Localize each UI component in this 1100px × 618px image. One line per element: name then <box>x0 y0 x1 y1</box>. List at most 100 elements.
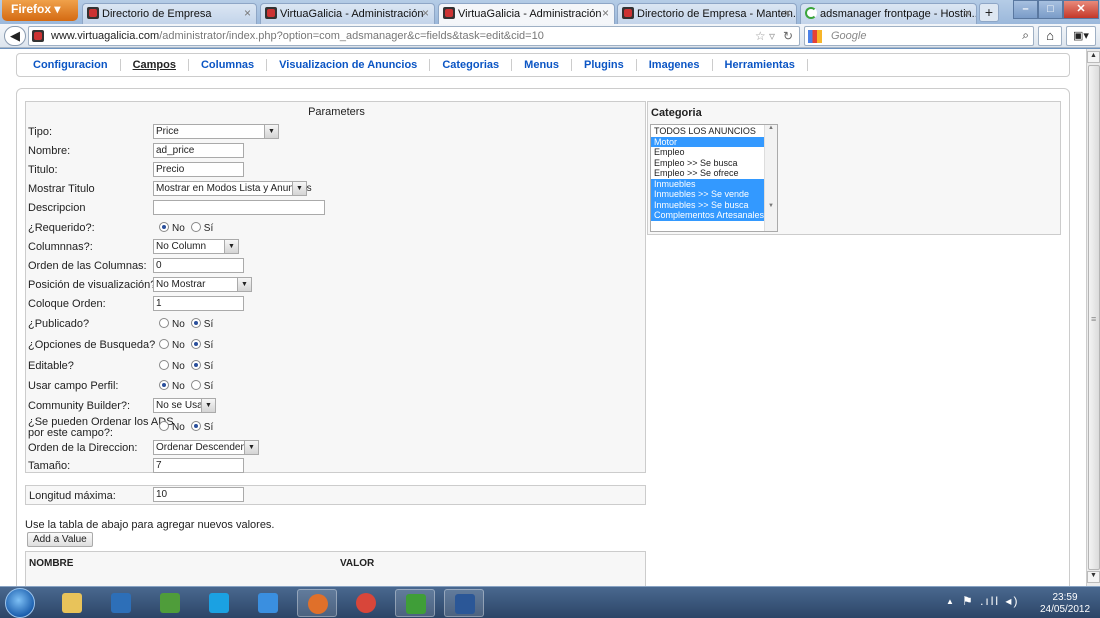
ordenar-si-radio[interactable] <box>190 421 201 431</box>
categoria-option[interactable]: Motor <box>651 136 764 147</box>
tab-directorio[interactable]: Directorio de Empresa × <box>82 3 257 24</box>
longitud-input[interactable]: 10 <box>153 487 244 502</box>
editable-no-radio[interactable] <box>159 360 169 370</box>
perfil-no-radio[interactable] <box>159 380 169 390</box>
chevron-down-icon[interactable]: ▼ <box>224 240 238 253</box>
descripcion-input[interactable] <box>153 200 325 215</box>
requerido-si-radio[interactable] <box>190 222 201 232</box>
chevron-down-icon[interactable]: ▼ <box>237 278 251 291</box>
browser-tab-bar: Firefox ▾ Directorio de Empresa × Virtua… <box>0 0 1100 25</box>
categoria-option[interactable]: Complementos Artesanales <box>651 210 764 221</box>
search-icon[interactable]: ⌕ <box>1022 28 1029 43</box>
scrollbar-thumb[interactable]: ≡ <box>1088 65 1100 570</box>
new-tab-button[interactable]: + <box>979 3 999 22</box>
taskbar-word-button[interactable] <box>444 589 484 617</box>
tab-directorio-manten[interactable]: Directorio de Empresa - Manten... × <box>617 3 797 24</box>
ordenar-no-radio[interactable] <box>159 421 169 431</box>
titulo-input[interactable]: Precio <box>153 162 244 177</box>
tab-close-icon[interactable]: × <box>784 6 791 20</box>
bookmarks-button[interactable]: ▣▾ <box>1066 26 1096 46</box>
tab-virtuagalicia-1[interactable]: VirtuaGalicia - Administración × <box>260 3 435 24</box>
categoria-option[interactable]: Empleo <box>651 147 764 158</box>
submenu-plugins[interactable]: Plugins <box>572 59 637 71</box>
submenu-campos[interactable]: Campos <box>121 59 189 71</box>
tab-close-icon[interactable]: × <box>602 6 609 20</box>
mostrar-titulo-select[interactable]: Mostrar en Modos Lista y Anuncios ▼ <box>153 181 312 196</box>
submenu-menus[interactable]: Menus <box>512 59 573 71</box>
categoria-multiselect[interactable]: TODOS LOS ANUNCIOS Motor Empleo Empleo >> S… <box>650 124 778 232</box>
taskbar-chrome-button[interactable] <box>346 589 386 617</box>
taskbar-explorer-button[interactable] <box>52 589 92 617</box>
tipo-select[interactable]: Price ▼ <box>153 124 279 139</box>
requerido-no-radio[interactable] <box>159 222 169 232</box>
coloque-orden-input[interactable]: 1 <box>153 296 244 311</box>
reload-icon[interactable]: ↻ <box>783 29 793 43</box>
perfil-si-radio[interactable] <box>190 380 201 390</box>
categoria-option[interactable]: TODOS LOS ANUNCIOS <box>651 126 764 137</box>
categoria-option[interactable]: Empleo >> Se ofrece <box>651 168 764 179</box>
close-window-button[interactable]: ✕ <box>1063 0 1099 19</box>
add-value-button[interactable]: Add a Value <box>27 532 93 547</box>
submenu-columnas[interactable]: Columnas <box>189 59 268 71</box>
submenu-configuracion[interactable]: Configuracion <box>21 59 121 71</box>
taskbar-utorrent-button[interactable] <box>395 589 435 617</box>
publicado-no-radio[interactable] <box>159 318 169 328</box>
search-placeholder: Google <box>831 30 867 42</box>
publicado-si-radio[interactable] <box>190 318 201 328</box>
orden-columnas-input[interactable]: 0 <box>153 258 244 273</box>
google-logo-icon[interactable] <box>808 30 822 43</box>
taskbar-people-button[interactable] <box>150 589 190 617</box>
bookmark-star-icon[interactable]: ☆ ▿ <box>755 29 775 43</box>
submenu-categorias[interactable]: Categorias <box>430 59 513 71</box>
tab-virtuagalicia-active[interactable]: VirtuaGalicia - Administración × <box>438 3 615 25</box>
taskbar-media-center-button[interactable] <box>101 589 141 617</box>
orden-direccion-value: Ordenar Descendente <box>156 442 255 453</box>
maximize-button[interactable]: □ <box>1038 0 1063 19</box>
submenu-imagenes[interactable]: Imagenes <box>637 59 713 71</box>
scroll-down-button[interactable]: ▼ <box>1087 571 1100 583</box>
editable-si-radio[interactable] <box>190 360 201 370</box>
radio-label: Sí <box>203 319 214 330</box>
tab-adsmanager-hosting[interactable]: adsmanager frontpage - Hostin... × <box>800 3 977 24</box>
columnas-select[interactable]: No Column ▼ <box>153 239 239 254</box>
taskbar-internet-explorer-button[interactable] <box>248 589 288 617</box>
columnas-label: Columnnas?: <box>28 241 93 253</box>
page-scrollbar[interactable]: ▲ ≡ ▼ <box>1086 49 1100 586</box>
search-bar[interactable]: Google ⌕ <box>804 26 1034 46</box>
ordenar-ads-label-line2: por este campo?: <box>28 427 113 439</box>
busqueda-no-radio[interactable] <box>159 339 169 349</box>
taskbar-skype-button[interactable] <box>199 589 239 617</box>
categoria-scrollbar[interactable]: ▲ ▼ <box>764 125 777 231</box>
url-bar[interactable]: www.virtuagalicia.com/administrator/inde… <box>28 26 800 46</box>
submenu-visualizacion[interactable]: Visualizacion de Anuncios <box>267 59 431 71</box>
categoria-option[interactable]: Inmuebles >> Se busca <box>651 199 764 210</box>
tab-close-icon[interactable]: × <box>964 6 971 20</box>
clock[interactable]: 23:59 24/05/2012 <box>1040 592 1090 616</box>
orden-direccion-select[interactable]: Ordenar Descendente ▼ <box>153 440 259 455</box>
categoria-option[interactable]: Inmuebles <box>651 178 764 189</box>
nombre-input[interactable]: ad_price <box>153 143 244 158</box>
tray-status-icons[interactable]: ⚑ .ıll ◂) <box>962 594 1019 608</box>
categoria-option[interactable]: Empleo >> Se busca <box>651 158 764 169</box>
tamano-input[interactable]: 7 <box>153 458 244 473</box>
home-button[interactable]: ⌂ <box>1038 26 1062 46</box>
tab-close-icon[interactable]: × <box>244 6 251 20</box>
chevron-down-icon[interactable]: ▼ <box>264 125 278 138</box>
scroll-up-button[interactable]: ▲ <box>1087 51 1100 63</box>
submenu-herramientas[interactable]: Herramientas <box>713 59 808 71</box>
chevron-down-icon[interactable]: ▼ <box>244 441 258 454</box>
tab-close-icon[interactable]: × <box>422 6 429 20</box>
firefox-menu-button[interactable]: Firefox ▾ <box>2 0 78 21</box>
show-hidden-icons-icon[interactable]: ▲ <box>946 597 954 606</box>
categoria-option[interactable]: Inmuebles >> Se vende <box>651 189 764 200</box>
posicion-select[interactable]: No Mostrar ▼ <box>153 277 252 292</box>
back-button[interactable]: ◀ <box>4 26 26 46</box>
minimize-button[interactable]: – <box>1013 0 1038 19</box>
taskbar-firefox-button[interactable] <box>297 589 337 617</box>
chevron-down-icon[interactable]: ▼ <box>201 399 215 412</box>
community-builder-select[interactable]: No se Usa ▼ <box>153 398 216 413</box>
busqueda-si-radio[interactable] <box>190 339 201 349</box>
chevron-down-icon[interactable]: ▼ <box>292 182 306 195</box>
start-button[interactable] <box>5 588 35 618</box>
url-text[interactable]: www.virtuagalicia.com/administrator/inde… <box>51 30 544 42</box>
